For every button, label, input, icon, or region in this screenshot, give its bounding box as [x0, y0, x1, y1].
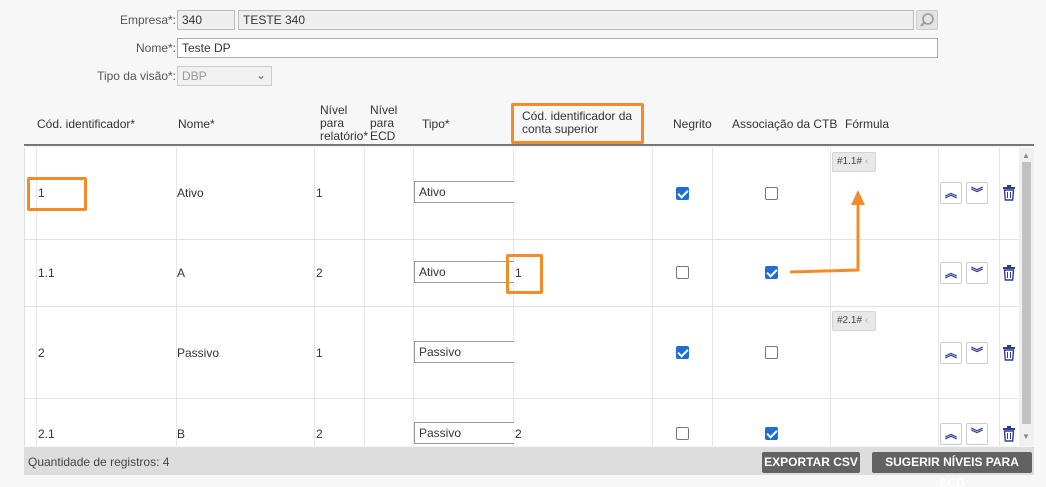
arrow-annotation	[789, 190, 865, 274]
